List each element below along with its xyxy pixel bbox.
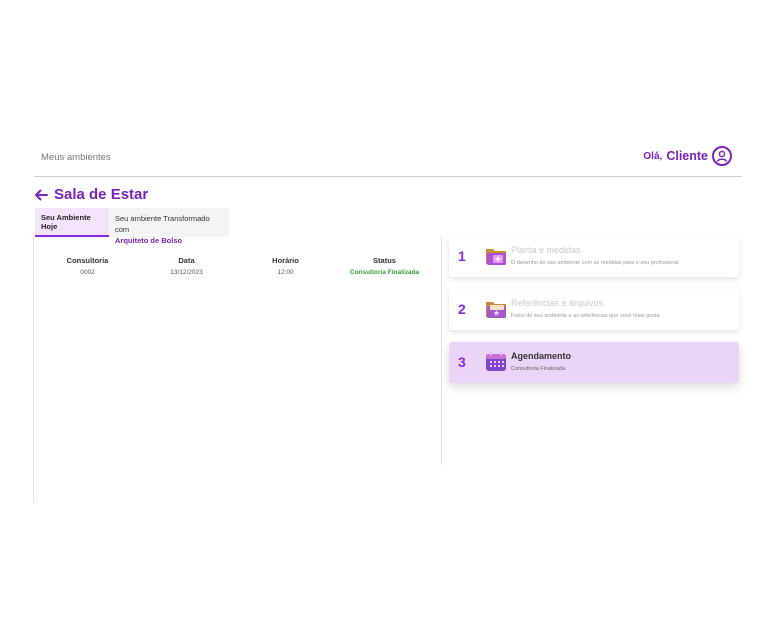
step-card-referencias[interactable]: 2 Referências e arquivos Fotos do seu am… — [449, 289, 739, 330]
table-header: Consultoria Data Horário Status — [38, 256, 436, 265]
step-card-agendamento[interactable]: 3 Agendamento Consultoria Finalizada — [449, 342, 739, 383]
tab-ambiente-transformado[interactable]: Seu ambiente Transformado com Arquiteto … — [109, 208, 229, 245]
tab-label: Seu ambiente Transformado com — [115, 214, 210, 234]
column-header: Horário — [272, 256, 299, 265]
user-name[interactable]: Cliente — [666, 149, 708, 163]
column-header: Data — [178, 256, 195, 265]
step-description: O desenho do seu ambiente com as medidas… — [511, 260, 679, 266]
column-header: Status — [373, 256, 396, 265]
consultation-panel: Consultoria Data Horário Status 0002 13/… — [33, 237, 442, 465]
top-bar: Meus ambientes Olá, Cliente — [34, 140, 742, 177]
step-title: Referências e arquivos — [511, 298, 604, 308]
tab-seu-ambiente-hoje[interactable]: Seu Ambiente Hoje — [35, 208, 109, 237]
step-number: 3 — [458, 354, 466, 370]
steps-list: 1 Planta e medidas O desenho do seu ambi… — [449, 236, 739, 395]
step-description: Consultoria Finalizada — [511, 366, 566, 372]
step-number: 1 — [458, 248, 466, 264]
back-arrow-icon[interactable] — [34, 189, 48, 201]
user-avatar-icon[interactable] — [712, 146, 732, 166]
step-title: Agendamento — [511, 351, 572, 361]
user-greeting: Olá, Cliente — [643, 146, 732, 166]
page-title: Sala de Estar — [54, 186, 149, 203]
table-row[interactable]: 0002 13/12/2023 12:00 Consultoria Finali… — [38, 265, 436, 276]
folder-star-icon — [486, 302, 506, 318]
tab-label: Seu Ambiente Hoje — [41, 213, 91, 231]
column-header: Consultoria — [66, 256, 109, 265]
cell-consultoria: 0002 — [80, 269, 95, 276]
greeting-text: Olá, — [643, 150, 663, 162]
step-description: Fotos do seu ambiente e as referências q… — [511, 313, 660, 319]
tab-bar: Seu Ambiente Hoje Seu ambiente Transform… — [35, 208, 229, 245]
folder-plus-icon — [486, 249, 506, 265]
calendar-icon — [486, 352, 506, 371]
page-header: Sala de Estar — [34, 186, 148, 203]
cell-data: 13/12/2023 — [170, 269, 203, 276]
breadcrumb[interactable]: Meus ambientes — [41, 152, 111, 163]
status-badge: Consultoria Finalizada — [349, 269, 420, 276]
step-card-planta[interactable]: 1 Planta e medidas O desenho do seu ambi… — [449, 236, 739, 277]
consultation-table: Consultoria Data Horário Status 0002 13/… — [38, 256, 436, 276]
step-number: 2 — [458, 301, 466, 317]
step-title: Planta e medidas — [511, 245, 581, 255]
cell-horario: 12:00 — [277, 269, 294, 276]
